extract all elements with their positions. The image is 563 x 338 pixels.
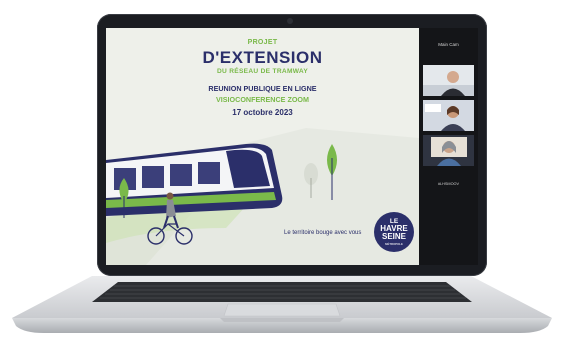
participant-video-3[interactable] [423, 135, 474, 166]
presentation-slide: PROJET D'EXTENSION DU RÉSEAU DE TRAMWAY … [106, 28, 419, 265]
hashtag-label: #LHSMOOV [437, 182, 460, 186]
slide-subtitle: DU RÉSEAU DE TRAMWAY [216, 68, 309, 75]
webcam [287, 18, 293, 24]
slide-tagline: Le territoire bouge avec vous [284, 230, 362, 236]
participant-avatar-1 [423, 65, 474, 96]
screen: PROJET D'EXTENSION DU RÉSEAU DE TRAMWAY … [106, 28, 478, 265]
participant-avatar-3 [423, 135, 474, 166]
logo-line-3: SEINE [381, 232, 406, 241]
logo-line-4: MÉTROPOLE [385, 242, 403, 246]
slide-title: D'EXTENSION [202, 48, 323, 67]
slide-kicker: PROJET [247, 39, 278, 46]
le-havre-seine-logo: LE HAVRE SEINE MÉTROPOLE [374, 212, 414, 252]
participant-avatar-2 [423, 100, 474, 131]
zoom-participants-panel: Main Cam #LHSMOOV [419, 28, 478, 265]
event-date: 17 octobre 2023 [232, 108, 293, 117]
event-platform: VISIOCONFERENCE ZOOM [215, 95, 310, 104]
panel-title: Main Cam [438, 42, 459, 47]
participant-video-2[interactable] [423, 100, 474, 131]
participant-video-1[interactable] [423, 65, 474, 96]
event-type: REUNION PUBLIQUE EN LIGNE [208, 84, 317, 93]
laptop: PROJET D'EXTENSION DU RÉSEAU DE TRAMWAY … [0, 0, 563, 338]
